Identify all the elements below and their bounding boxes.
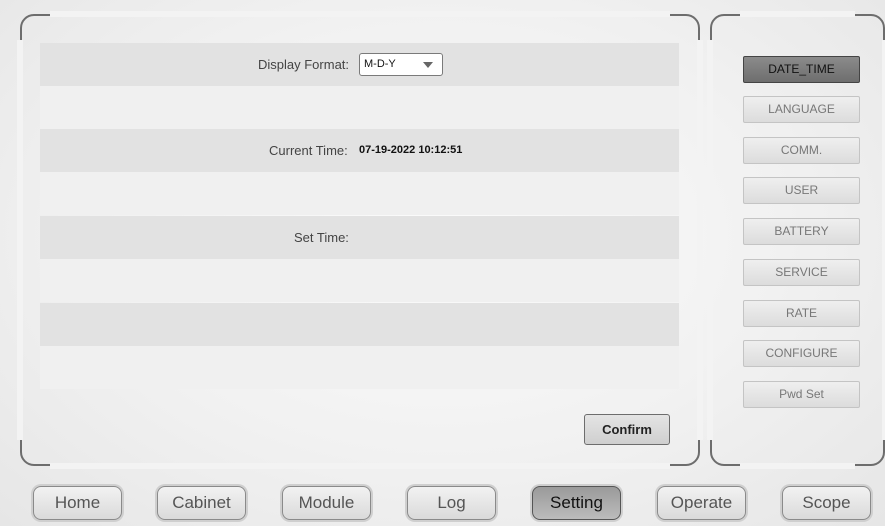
- frame-gap-left: [17, 40, 23, 440]
- frame-gap-right: [697, 40, 703, 440]
- frame-gap-top: [50, 11, 670, 17]
- side-menu-service[interactable]: SERVICE: [743, 259, 860, 286]
- nav-log-button[interactable]: Log: [407, 486, 496, 520]
- set-time-label: Set Time:: [294, 230, 349, 245]
- side-menu-comm[interactable]: COMM.: [743, 137, 860, 164]
- blank-row: [40, 172, 679, 215]
- frame-gap-bottom: [50, 463, 670, 469]
- side-menu-language[interactable]: LANGUAGE: [743, 96, 860, 123]
- nav-home-button[interactable]: Home: [33, 486, 122, 520]
- display-format-select[interactable]: M-D-Y: [359, 53, 443, 76]
- nav-operate-button[interactable]: Operate: [657, 486, 746, 520]
- confirm-button[interactable]: Confirm: [584, 414, 670, 445]
- side-menu-date-time[interactable]: DATE_TIME: [743, 56, 860, 83]
- blank-row: [40, 259, 679, 302]
- nav-module-button[interactable]: Module: [282, 486, 371, 520]
- side-menu-configure[interactable]: CONFIGURE: [743, 340, 860, 367]
- side-frame-gap-bottom: [740, 463, 855, 469]
- display-format-label: Display Format:: [258, 57, 350, 72]
- side-menu-battery[interactable]: BATTERY: [743, 218, 860, 245]
- side-menu-user[interactable]: USER: [743, 177, 860, 204]
- current-time-value: 07-19-2022 10:12:51: [359, 144, 463, 156]
- blank-row: [40, 303, 679, 346]
- blank-row: [40, 86, 679, 129]
- side-frame-gap-top: [740, 11, 855, 17]
- set-time-row: Set Time:: [40, 216, 679, 259]
- display-format-value: M-D-Y: [364, 58, 396, 70]
- side-menu-rate[interactable]: RATE: [743, 300, 860, 327]
- nav-setting-button[interactable]: Setting: [532, 486, 621, 520]
- nav-cabinet-button[interactable]: Cabinet: [157, 486, 246, 520]
- current-time-row: Current Time: 07-19-2022 10:12:51: [40, 129, 679, 172]
- side-menu-pwd-set[interactable]: Pwd Set: [743, 381, 860, 408]
- blank-row: [40, 346, 679, 389]
- dropdown-arrow-icon: [423, 62, 433, 68]
- current-time-label: Current Time:: [269, 143, 348, 158]
- side-frame-gap-left: [707, 40, 713, 440]
- nav-scope-button[interactable]: Scope: [782, 486, 871, 520]
